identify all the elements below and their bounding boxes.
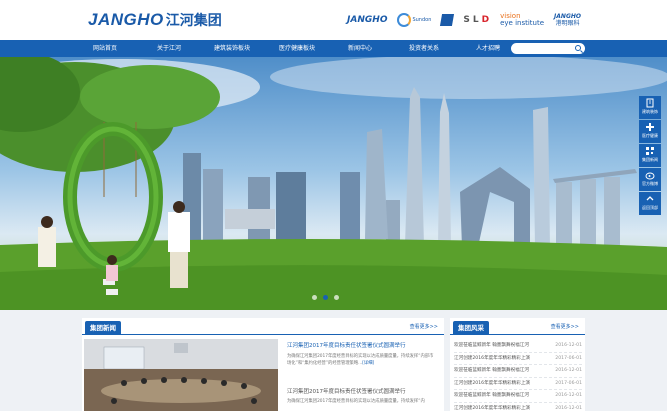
list-item[interactable]: 江河创建2016年度年华精彩精彩上演 2017-06-01 bbox=[454, 378, 582, 390]
nav-investors[interactable]: 投资者关系 bbox=[409, 40, 439, 57]
brand-sld[interactable]: S L D bbox=[463, 15, 490, 25]
list-item-title: 欢迎莅临蓝鲸新年 翰墨飘舞祝福江河 bbox=[454, 343, 529, 348]
carousel-dot-1[interactable] bbox=[312, 295, 317, 300]
sld-d: D bbox=[481, 15, 491, 25]
style-panel: 集团风采 查看更多>> 欢迎莅临蓝鲸新年 翰墨飘舞祝福江河 2016-12-01 … bbox=[450, 318, 585, 411]
content-area: 集团新闻 查看更多>> 江河集团2017年度目标责任状签署仪式圆满举行 为确保江… bbox=[0, 310, 667, 411]
carousel-dot-2[interactable] bbox=[323, 295, 328, 300]
side-weibo-label: 官方微博 bbox=[642, 181, 658, 186]
list-item[interactable]: 欢迎莅临蓝鲸新年 翰墨飘舞祝福江河 2016-12-01 bbox=[454, 390, 582, 403]
logo-text-cn: 江河集团 bbox=[165, 13, 222, 29]
list-item-date: 2016-12-01 bbox=[555, 405, 582, 411]
nav-healthcare[interactable]: 医疗健康板块 bbox=[279, 40, 315, 57]
list-item-title: 欢迎莅临蓝鲸新年 翰墨飘舞祝福江河 bbox=[454, 368, 529, 373]
building-icon bbox=[646, 98, 654, 108]
news-article-1-summary: 为确保江河集团2017年度经营目标的实现以达成质量度量，持续发挥“内部市场化”和… bbox=[287, 354, 437, 367]
weibo-icon bbox=[645, 172, 655, 180]
brand-hk[interactable]: JANGHO 港明眼科 bbox=[554, 13, 581, 27]
floating-toolbar: 建筑装饰 医疗健康 集团新闻 官方微博 返回顶部 bbox=[639, 96, 661, 216]
news-article-1-detail-link[interactable]: [详细] bbox=[362, 361, 374, 366]
meeting-photo bbox=[84, 339, 278, 411]
news-tab[interactable]: 集团新闻 bbox=[85, 321, 121, 335]
news-article-2-title[interactable]: 江河集团2017年度目标责任状签署仪式圆满举行 bbox=[287, 388, 437, 396]
list-item-date: 2017-06-01 bbox=[555, 355, 582, 361]
page: JANGHO 江河集团 JANGHO Sundon S L D vision e… bbox=[0, 0, 667, 411]
news-panel-header: 集团新闻 查看更多>> bbox=[82, 318, 444, 335]
nav-news[interactable]: 新闻中心 bbox=[348, 40, 372, 57]
main-nav: 网站首页 关于江河 建筑装饰板块 医疗健康板块 新闻中心 投资者关系 人才招聘 bbox=[0, 40, 667, 57]
search-input[interactable] bbox=[516, 43, 571, 54]
side-back-to-top[interactable]: 返回顶部 bbox=[639, 192, 661, 215]
news-article-1: 江河集团2017年度目标责任状签署仪式圆满举行 为确保江河集团2017年度经营目… bbox=[287, 342, 437, 367]
news-article-2: 江河集团2017年度目标责任状签署仪式圆满举行 为确保江河集团2017年度经营目… bbox=[287, 388, 437, 406]
search-box bbox=[511, 43, 585, 54]
list-item-title: 江河创建2016年度年华精彩精彩上演 bbox=[454, 380, 531, 386]
sundon-logo-icon bbox=[397, 13, 412, 27]
qr-code-icon bbox=[646, 147, 654, 155]
list-item-date: 2016-12-01 bbox=[555, 393, 582, 398]
list-item-title: 江河创建2016年度年华精彩精彩上演 bbox=[454, 405, 531, 411]
hero-scene bbox=[0, 57, 667, 310]
square-logo-icon bbox=[440, 14, 455, 26]
list-item[interactable]: 欢迎莅临蓝鲸新年 翰墨飘舞祝福江河 2016-12-01 bbox=[454, 365, 582, 378]
logo-text-en: JANGHO bbox=[88, 10, 164, 29]
list-item[interactable]: 江河创建2016年度年华精彩精彩上演 2016-12-01 bbox=[454, 403, 582, 411]
brand-jangho[interactable]: JANGHO bbox=[347, 15, 387, 25]
nav-careers[interactable]: 人才招聘 bbox=[476, 40, 500, 57]
carousel-dots bbox=[312, 295, 339, 300]
side-construction-label: 建筑装饰 bbox=[642, 109, 658, 114]
brand-vision[interactable]: vision eye institute bbox=[500, 13, 544, 27]
news-photo[interactable] bbox=[84, 339, 278, 411]
arrow-up-icon bbox=[646, 196, 654, 201]
brand-sundon[interactable]: Sundon bbox=[397, 13, 431, 27]
sld-s: S bbox=[463, 15, 471, 25]
vision-bottom: eye institute bbox=[500, 19, 545, 27]
style-panel-header: 集团风采 查看更多>> bbox=[450, 318, 585, 335]
list-item[interactable]: 欢迎莅临蓝鲸新年 翰墨飘舞祝福江河 2016-12-01 bbox=[454, 340, 582, 353]
side-healthcare-label: 医疗健康 bbox=[642, 133, 658, 138]
sld-l: L bbox=[472, 15, 480, 25]
side-news[interactable]: 集团新闻 bbox=[639, 144, 661, 167]
style-tab[interactable]: 集团风采 bbox=[453, 321, 489, 335]
style-list: 欢迎莅临蓝鲸新年 翰墨飘舞祝福江河 2016-12-01 江河创建2016年度年华… bbox=[454, 340, 582, 411]
jangho-logo[interactable]: JANGHO 江河集团 bbox=[88, 9, 222, 31]
nav-about[interactable]: 关于江河 bbox=[157, 40, 181, 57]
news-article-1-title[interactable]: 江河集团2017年度目标责任状签署仪式圆满举行 bbox=[287, 342, 437, 350]
brand-sundon-label: Sundon bbox=[412, 17, 432, 23]
carousel-dot-3[interactable] bbox=[334, 295, 339, 300]
brand-square-logo[interactable] bbox=[440, 14, 455, 26]
list-item-date: 2016-12-01 bbox=[555, 368, 582, 373]
nav-construction[interactable]: 建筑装饰板块 bbox=[214, 40, 250, 57]
brand-logos: JANGHO Sundon S L D vision eye institute… bbox=[347, 9, 581, 31]
list-item-date: 2016-12-01 bbox=[555, 343, 582, 348]
side-back-to-top-label: 返回顶部 bbox=[642, 205, 658, 210]
hk-cn: 港明眼科 bbox=[555, 20, 580, 27]
list-item-date: 2017-06-01 bbox=[555, 380, 582, 386]
news-article-1-summary-text: 为确保江河集团2017年度经营目标的实现以达成质量度量，持续发挥“内部市场化”和… bbox=[287, 354, 434, 366]
list-item-title: 江河创建2016年度年华精彩精彩上演 bbox=[454, 355, 531, 361]
medical-cross-icon bbox=[646, 123, 654, 131]
side-construction[interactable]: 建筑装饰 bbox=[639, 96, 661, 119]
list-item-title: 欢迎莅临蓝鲸新年 翰墨飘舞祝福江河 bbox=[454, 393, 529, 398]
style-more-link[interactable]: 查看更多>> bbox=[551, 323, 579, 330]
side-news-label: 集团新闻 bbox=[642, 157, 658, 162]
news-panel: 集团新闻 查看更多>> 江河集团2017年度目标责任状签署仪式圆满举行 为确保江… bbox=[82, 318, 444, 411]
news-article-2-summary-text: 为确保江河集团2017年度经营目标的实现以达成质量度量，持续发挥“内 bbox=[287, 399, 425, 404]
list-item[interactable]: 江河创建2016年度年华精彩精彩上演 2017-06-01 bbox=[454, 353, 582, 365]
hero-banner[interactable] bbox=[0, 57, 667, 310]
news-more-link[interactable]: 查看更多>> bbox=[410, 323, 438, 330]
nav-home[interactable]: 网站首页 bbox=[93, 40, 117, 57]
side-healthcare[interactable]: 医疗健康 bbox=[639, 120, 661, 143]
side-weibo[interactable]: 官方微博 bbox=[639, 168, 661, 191]
header: JANGHO 江河集团 JANGHO Sundon S L D vision e… bbox=[0, 0, 667, 40]
hk-en: JANGHO bbox=[554, 13, 581, 20]
news-article-2-summary: 为确保江河集团2017年度经营目标的实现以达成质量度量，持续发挥“内 bbox=[287, 399, 437, 406]
search-icon[interactable] bbox=[575, 45, 581, 51]
